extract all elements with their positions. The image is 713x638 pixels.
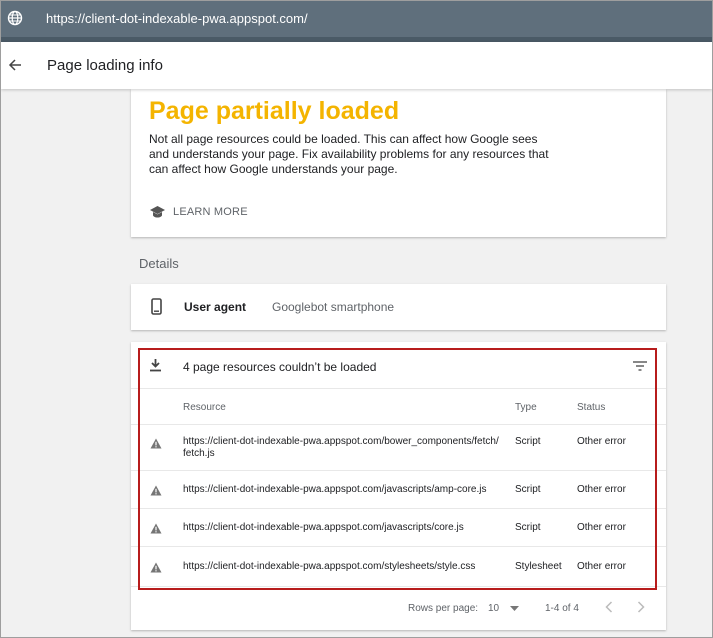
school-icon xyxy=(150,206,165,218)
status-title: Page partially loaded xyxy=(149,97,400,125)
resource-url: https://client-dot-indexable-pwa.appspot… xyxy=(183,522,464,533)
page-title: Page loading info xyxy=(47,57,163,74)
smartphone-icon xyxy=(151,298,162,315)
column-header-type[interactable]: Type xyxy=(515,402,537,413)
app-header: Page loading info xyxy=(1,42,712,89)
resource-status: Other error xyxy=(577,436,626,447)
resource-url: https://client-dot-indexable-pwa.appspot… xyxy=(183,436,499,459)
table-header: Resource Type Status xyxy=(131,389,666,425)
url-bar: https://client-dot-indexable-pwa.appspot… xyxy=(1,1,712,37)
chevron-down-icon[interactable] xyxy=(510,606,519,611)
resource-url: https://client-dot-indexable-pwa.appspot… xyxy=(183,561,476,572)
back-arrow-icon[interactable] xyxy=(7,57,23,73)
resource-url: https://client-dot-indexable-pwa.appspot… xyxy=(183,484,487,495)
page-range: 1-4 of 4 xyxy=(545,603,579,614)
status-description: Not all page resources could be loaded. … xyxy=(149,132,549,176)
column-header-status[interactable]: Status xyxy=(577,402,605,413)
warning-icon xyxy=(150,562,162,573)
pagination: Rows per page: 10 1-4 of 4 xyxy=(131,587,666,630)
filter-icon[interactable] xyxy=(633,361,647,371)
user-agent-value: Googlebot smartphone xyxy=(272,300,395,314)
table-row[interactable]: https://client-dot-indexable-pwa.appspot… xyxy=(131,471,666,509)
rows-per-page-select[interactable]: 10 xyxy=(488,603,499,614)
browser-frame: https://client-dot-indexable-pwa.appspot… xyxy=(0,0,713,638)
resource-type: Script xyxy=(515,522,541,533)
resource-status: Other error xyxy=(577,484,626,495)
url-text[interactable]: https://client-dot-indexable-pwa.appspot… xyxy=(46,11,308,26)
resources-header: 4 page resources couldn’t be loaded xyxy=(131,342,666,389)
chevron-right-icon[interactable] xyxy=(637,601,645,613)
user-agent-label: User agent xyxy=(184,300,247,314)
table-row[interactable]: https://client-dot-indexable-pwa.appspot… xyxy=(131,547,666,587)
learn-more-label: LEARN MORE xyxy=(173,206,248,218)
resource-type: Script xyxy=(515,484,541,495)
table-row[interactable]: https://client-dot-indexable-pwa.appspot… xyxy=(131,509,666,547)
learn-more-button[interactable]: LEARN MORE xyxy=(149,205,248,219)
table-row[interactable]: https://client-dot-indexable-pwa.appspot… xyxy=(131,425,666,471)
resources-heading: 4 page resources couldn’t be loaded xyxy=(183,360,377,374)
warning-icon xyxy=(150,438,162,449)
rows-per-page-label: Rows per page: xyxy=(408,603,479,614)
resource-status: Other error xyxy=(577,561,626,572)
status-card: Page partially loaded Not all page resou… xyxy=(131,89,666,237)
download-icon[interactable] xyxy=(149,358,162,372)
resource-type: Stylesheet xyxy=(515,561,562,572)
resource-status: Other error xyxy=(577,522,626,533)
column-header-resource[interactable]: Resource xyxy=(183,402,226,413)
main-content: Page partially loaded Not all page resou… xyxy=(1,89,712,637)
warning-icon xyxy=(150,485,162,496)
resources-card: 4 page resources couldn’t be loaded Reso… xyxy=(131,342,666,630)
globe-icon xyxy=(7,10,23,26)
warning-icon xyxy=(150,523,162,534)
details-heading: Details xyxy=(139,256,179,271)
resource-type: Script xyxy=(515,436,541,447)
user-agent-card: User agent Googlebot smartphone xyxy=(131,284,666,330)
chevron-left-icon[interactable] xyxy=(605,601,613,613)
